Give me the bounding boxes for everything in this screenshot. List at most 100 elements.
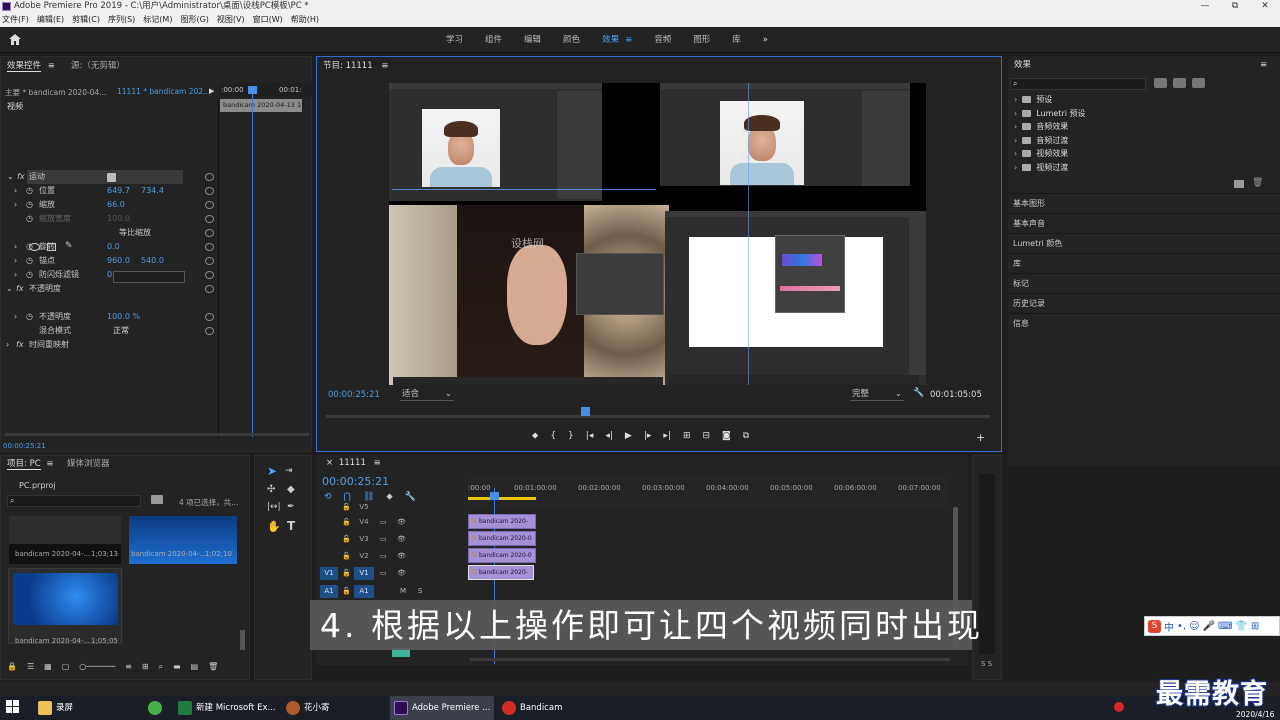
twirl-chevron-icon[interactable]: › <box>14 254 17 268</box>
track-lock-icon[interactable]: 🔓 <box>342 587 351 595</box>
ellipse-mask-icon[interactable] <box>29 243 40 251</box>
property-value[interactable]: 66.0 <box>107 198 125 212</box>
source-patch[interactable]: V1 <box>320 567 338 580</box>
hand-tool-icon[interactable]: ✋ <box>267 520 281 533</box>
browser-icon[interactable] <box>148 701 162 715</box>
32bit-effects-icon[interactable] <box>1173 78 1186 88</box>
source-tab[interactable]: 源:（无剪辑） <box>71 59 125 73</box>
play-only-audio-icon[interactable]: ▶ <box>209 87 214 95</box>
property-value[interactable]: 正常 <box>113 324 129 338</box>
eye-icon[interactable]: 👁 <box>397 552 406 560</box>
toggle-sync-lock-icon[interactable]: ▭ <box>380 569 387 577</box>
chevron-right-icon[interactable]: › <box>1014 109 1017 118</box>
reset-parameter-icon[interactable] <box>205 201 214 209</box>
project-menu-icon[interactable]: ≡ <box>46 459 53 469</box>
clear-icon[interactable]: 🗑 <box>208 662 218 672</box>
effects-folder[interactable]: › 音频过渡 <box>1014 134 1068 147</box>
workspace-tab-editing[interactable]: 编辑 <box>524 27 541 53</box>
reset-parameter-icon[interactable] <box>205 257 214 265</box>
new-bin-icon[interactable] <box>1234 180 1244 188</box>
ec-zoom-scrollbar[interactable] <box>5 433 309 436</box>
effects-folder[interactable]: › 音频效果 <box>1014 120 1068 133</box>
automate-icon[interactable]: ⊞ <box>142 662 149 672</box>
timeline-hscroll[interactable] <box>470 658 950 661</box>
timeline-clip[interactable]: bandicam 2020- <box>468 514 536 529</box>
reset-parameter-icon[interactable] <box>205 327 214 335</box>
eye-icon[interactable]: 👁 <box>397 535 406 543</box>
track-name[interactable]: A1 <box>354 585 374 598</box>
taskbar-item-huaxiaoji[interactable]: 花小寄 <box>282 696 386 720</box>
property-value[interactable]: 100.0 <box>107 212 130 226</box>
panel-section[interactable]: 基本声音 <box>1008 213 1280 233</box>
ec-playhead-handle[interactable] <box>248 86 257 94</box>
panel-section[interactable]: 标记 <box>1008 273 1280 293</box>
panel-section[interactable]: 历史记录 <box>1008 293 1280 313</box>
twirl-chevron-icon[interactable]: ⌄ <box>6 282 13 296</box>
x-close-icon[interactable]: × <box>326 458 333 468</box>
effect-controls-tab[interactable]: 效果控件 ≡ <box>7 59 55 73</box>
record-tray-icon[interactable] <box>1114 702 1124 712</box>
list-view-icon[interactable]: ☰ <box>27 662 34 672</box>
pen-tool-icon[interactable]: ✒ <box>287 502 295 512</box>
workspace-tab-libraries[interactable]: 库 <box>732 27 741 53</box>
timeline-clip[interactable]: bandicam 2020-0 <box>468 531 536 546</box>
windows-start-icon[interactable] <box>6 700 20 714</box>
reset-parameter-icon[interactable] <box>205 285 214 293</box>
icon-view-icon[interactable]: ▦ <box>44 662 52 672</box>
new-bin-icon[interactable] <box>151 495 163 504</box>
property-value[interactable]: 540.0 <box>141 254 164 268</box>
program-scrubber[interactable] <box>326 415 990 418</box>
property-row[interactable]: 混合模式 正常 <box>1 324 219 338</box>
ec-playhead[interactable] <box>252 89 253 437</box>
chevron-right-icon[interactable]: › <box>1014 136 1017 145</box>
menu-clip[interactable]: 剪辑(C) <box>72 13 100 27</box>
panel-menu-icon[interactable]: ≡ <box>48 61 55 71</box>
wrench-icon[interactable]: 🔧 <box>913 388 924 398</box>
toggle-sync-lock-icon[interactable]: ▭ <box>380 552 387 560</box>
reset-parameter-icon[interactable] <box>205 187 214 195</box>
add-marker-icon[interactable]: ⬥ <box>386 492 392 502</box>
ec-clip-bar[interactable]: bandicam 2020-04-13 1 <box>220 99 302 112</box>
panel-section[interactable]: 基本图形 <box>1008 193 1280 213</box>
comparison-view-icon[interactable]: ⧉ <box>743 431 749 441</box>
effects-folder[interactable]: › 预设 <box>1014 93 1052 106</box>
track-lock-icon[interactable]: 🔓 <box>342 535 351 543</box>
mark-out-icon[interactable]: } <box>568 431 574 441</box>
home-icon[interactable] <box>9 34 21 45</box>
master-clip-label[interactable]: 主要 * bandicam 2020-04... <box>5 87 106 98</box>
track-lock-icon[interactable]: 🔓 <box>342 569 351 577</box>
taskbar-item-bandicam[interactable]: Bandicam <box>498 696 602 720</box>
project-scrollbar[interactable] <box>240 630 245 650</box>
stopwatch-icon[interactable]: ◷ <box>26 212 33 226</box>
menu-window[interactable]: 窗口(W) <box>253 13 283 27</box>
program-timecode[interactable]: 00:00:25:21 <box>328 390 380 400</box>
mute-button[interactable]: M <box>400 587 406 595</box>
effects-folder[interactable]: › Lumetri 预设 <box>1014 107 1086 120</box>
step-back-icon[interactable]: ◂| <box>605 431 613 441</box>
twirl-chevron-icon[interactable]: › <box>14 240 17 254</box>
workspace-tab-graphics[interactable]: 图形 <box>693 27 710 53</box>
zoom-slider[interactable]: ○────── <box>79 662 115 672</box>
add-marker-icon[interactable]: ⬥ <box>532 431 538 441</box>
play-icon[interactable]: ▶ <box>625 431 632 441</box>
work-area-bar[interactable] <box>468 497 536 500</box>
taskbar-item-excel[interactable]: 新建 Microsoft Ex... <box>174 696 282 720</box>
program-playhead[interactable] <box>581 407 590 416</box>
new-item-icon[interactable]: ▤ <box>191 662 199 672</box>
chevron-right-icon[interactable]: › <box>1014 149 1017 158</box>
track-name[interactable]: V2 <box>354 550 374 563</box>
program-monitor-tab[interactable]: 节目: 11111 ≡ <box>323 59 388 73</box>
taskbar-item-recording[interactable]: 录屏 <box>34 696 134 720</box>
fx-badge-icon[interactable]: fx <box>16 338 24 352</box>
solo-button[interactable]: S <box>418 587 422 595</box>
workspace-tab-audio[interactable]: 音频 <box>654 27 671 53</box>
stopwatch-icon[interactable]: ◷ <box>26 184 33 198</box>
fx-badge-icon[interactable]: fx <box>17 170 25 184</box>
project-item[interactable] <box>8 568 122 644</box>
extract-icon[interactable]: ⊟ <box>703 431 711 441</box>
menu-markers[interactable]: 标记(M) <box>143 13 172 27</box>
new-bin-icon[interactable]: ▬ <box>173 662 181 672</box>
sequence-menu-icon[interactable]: ≡ <box>374 458 381 468</box>
panel-section[interactable]: Lumetri 颜色 <box>1008 233 1280 253</box>
ec-time-ruler[interactable]: :00:00 00:01: <box>219 83 313 97</box>
